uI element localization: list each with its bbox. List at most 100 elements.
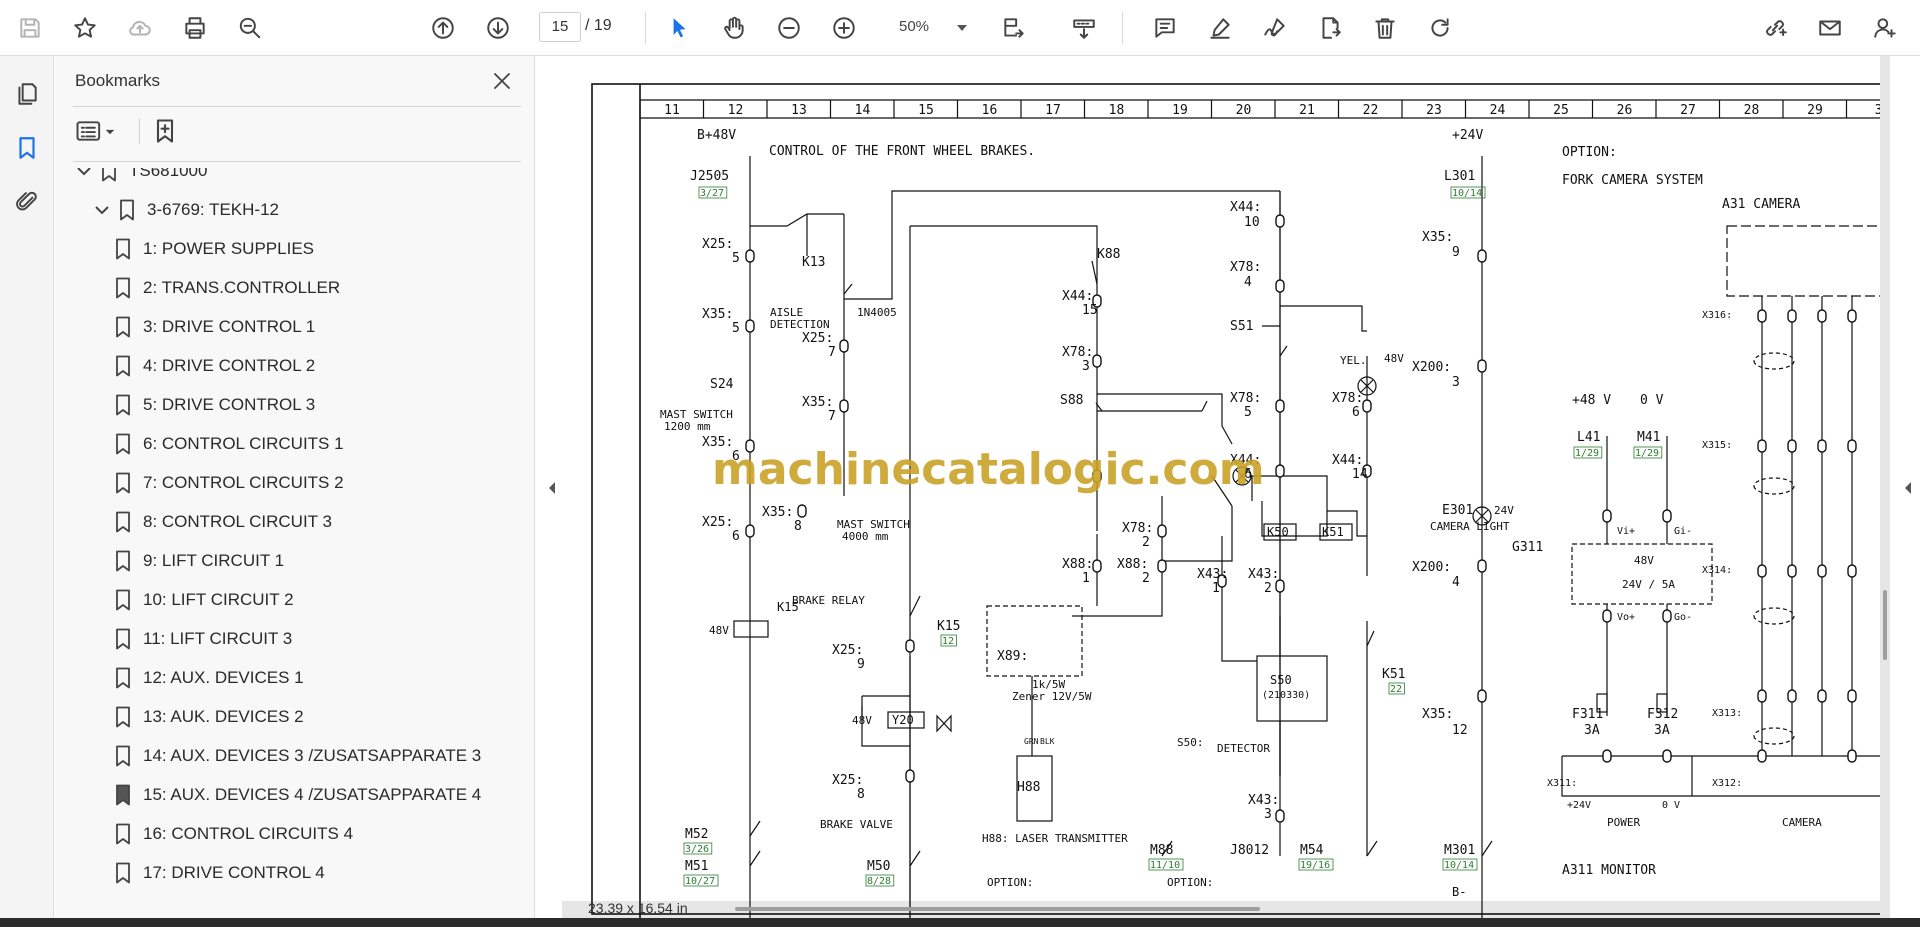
- schematic-label: 3A: [1654, 723, 1670, 738]
- close-icon[interactable]: [487, 66, 517, 96]
- bookmark-item[interactable]: 7: CONTROL CIRCUITS 2: [115, 467, 344, 499]
- delete-icon[interactable]: [1367, 10, 1403, 46]
- fit-page-icon[interactable]: [996, 10, 1032, 46]
- rotate-icon[interactable]: [1422, 10, 1458, 46]
- bookmark-item[interactable]: 4: DRIVE CONTROL 2: [115, 350, 315, 382]
- schematic-label: S50: [1270, 673, 1292, 687]
- document-viewport[interactable]: 11 12 13 14 15 16 17 18 19 20 21 22 23 24 25 26 27 28 29 3: [562, 56, 1890, 918]
- schematic-label: 1: [1082, 571, 1090, 586]
- bookmark-item[interactable]: 16: CONTROL CIRCUITS 4: [115, 818, 353, 850]
- column-number: 12: [728, 103, 744, 118]
- terminal: [797, 504, 807, 518]
- bookmark-item[interactable]: TS681000: [75, 168, 207, 187]
- vertical-scrollbar[interactable]: [1883, 590, 1887, 660]
- schematic-label: YEL.: [1340, 354, 1367, 367]
- schematic-label: X44:: [1332, 453, 1363, 468]
- bookmark-item[interactable]: 10: LIFT CIRCUIT 2: [115, 584, 294, 616]
- collapse-panel-handle[interactable]: [542, 468, 562, 508]
- column-number: 17: [1045, 103, 1061, 118]
- reference-label: 10/14: [1452, 188, 1482, 199]
- bookmark-item[interactable]: 3-6769: TEKH-12: [93, 194, 279, 226]
- page-up-icon[interactable]: [425, 10, 461, 46]
- attachment-icon[interactable]: [9, 184, 45, 220]
- bookmark-item[interactable]: 8: CONTROL CIRCUIT 3: [115, 506, 332, 538]
- hand-icon[interactable]: [716, 10, 752, 46]
- schematic-label: Zener 12V/5W: [1012, 690, 1092, 703]
- bookmark-item[interactable]: 17: DRIVE CONTROL 4: [115, 857, 325, 889]
- email-icon[interactable]: [1812, 10, 1848, 46]
- schematic-label: 5: [1244, 405, 1252, 420]
- bookmark-item[interactable]: 6: CONTROL CIRCUITS 1: [115, 428, 344, 460]
- zoom-dropdown[interactable]: 50%: [885, 12, 975, 42]
- bookmark-item[interactable]: 2: TRANS.CONTROLLER: [115, 272, 340, 304]
- schematic-label: POWER: [1607, 816, 1640, 829]
- bookmark-icon[interactable]: [9, 130, 45, 166]
- bookmark-item[interactable]: 9: LIFT CIRCUIT 1: [115, 545, 284, 577]
- share-link-icon[interactable]: [1757, 10, 1793, 46]
- schematic-label: S50:: [1177, 736, 1204, 749]
- schematic-label: M301: [1444, 843, 1475, 858]
- bookmark-icon: [116, 589, 130, 611]
- schematic-label: M50: [867, 859, 890, 874]
- schematic-label: 48V: [709, 624, 729, 637]
- bookmark-icon: [102, 168, 116, 182]
- schematic-label: B-: [1452, 885, 1466, 899]
- bookmark-icon: [116, 472, 130, 494]
- terminal: [1157, 559, 1167, 573]
- bookmark-item[interactable]: 1: POWER SUPPLIES: [115, 233, 314, 265]
- pages-icon[interactable]: [9, 76, 45, 112]
- star-icon[interactable]: [67, 10, 103, 46]
- bookmark-icon: [116, 277, 130, 299]
- bookmark-label: 2: TRANS.CONTROLLER: [143, 278, 341, 297]
- zoom-search-icon[interactable]: [232, 10, 268, 46]
- terminal: [1847, 309, 1857, 323]
- schematic-label: X35:: [762, 505, 793, 520]
- zoom-in-icon[interactable]: [826, 10, 862, 46]
- terminal: [1157, 524, 1167, 538]
- schematic-label: 9: [1452, 245, 1460, 260]
- schematic-label: S51: [1230, 319, 1253, 334]
- edit-export-icon[interactable]: [1312, 10, 1348, 46]
- bookmark-item[interactable]: 15: AUX. DEVICES 4 /ZUSATSAPPARATE 4: [115, 779, 481, 811]
- new-bookmark-icon[interactable]: [151, 114, 179, 148]
- save-icon[interactable]: [12, 10, 48, 46]
- schematic-label: X44:: [1062, 289, 1093, 304]
- bookmark-item[interactable]: 3: DRIVE CONTROL 1: [115, 311, 315, 343]
- page-number-input[interactable]: 15: [539, 12, 581, 42]
- bookmark-options-dropdown[interactable]: [75, 114, 119, 148]
- bookmark-icon: [116, 706, 130, 728]
- schematic-label: K13: [802, 255, 825, 270]
- schematic-label: X312:: [1712, 778, 1742, 789]
- horizontal-scrollbar[interactable]: [735, 907, 1260, 911]
- cloud-upload-icon[interactable]: [122, 10, 158, 46]
- schematic-label: J8012: [1230, 843, 1269, 858]
- add-user-icon[interactable]: [1867, 10, 1903, 46]
- document-page: 11 12 13 14 15 16 17 18 19 20 21 22 23 24 25 26 27 28 29 3: [562, 56, 1880, 918]
- comment-icon[interactable]: [1147, 10, 1183, 46]
- select-pointer-icon[interactable]: [661, 10, 697, 46]
- schematic-label: X78:: [1230, 260, 1261, 275]
- bookmark-item[interactable]: 14: AUX. DEVICES 3 /ZUSATSAPPARATE 3: [115, 740, 481, 772]
- bookmark-item[interactable]: 11: LIFT CIRCUIT 3: [115, 623, 292, 655]
- chevron-down-icon[interactable]: [93, 201, 111, 219]
- bookmark-item[interactable]: 13: AUK. DEVICES 2: [115, 701, 304, 733]
- sign-icon[interactable]: [1257, 10, 1293, 46]
- terminal: [1847, 564, 1857, 578]
- bookmark-item[interactable]: 5: DRIVE CONTROL 3: [115, 389, 315, 421]
- schematic-label: 3: [1452, 375, 1460, 390]
- terminal: [839, 399, 849, 413]
- chevron-down-icon[interactable]: [75, 168, 93, 180]
- schematic-label: J2505: [690, 169, 729, 184]
- panel-divider: [73, 106, 521, 107]
- marquee-zoom-icon[interactable]: [1066, 10, 1102, 46]
- reference-label: 11/10: [1150, 860, 1180, 871]
- print-icon[interactable]: [177, 10, 213, 46]
- zoom-out-icon[interactable]: [771, 10, 807, 46]
- schematic-label: BLK: [1040, 737, 1055, 746]
- highlight-icon[interactable]: [1202, 10, 1238, 46]
- schematic-label: X88:: [1117, 557, 1148, 572]
- bookmark-item[interactable]: 12: AUX. DEVICES 1: [115, 662, 304, 694]
- schematic-label: X43:: [1197, 567, 1228, 582]
- expand-right-pane-handle[interactable]: [1898, 468, 1918, 508]
- page-down-icon[interactable]: [480, 10, 516, 46]
